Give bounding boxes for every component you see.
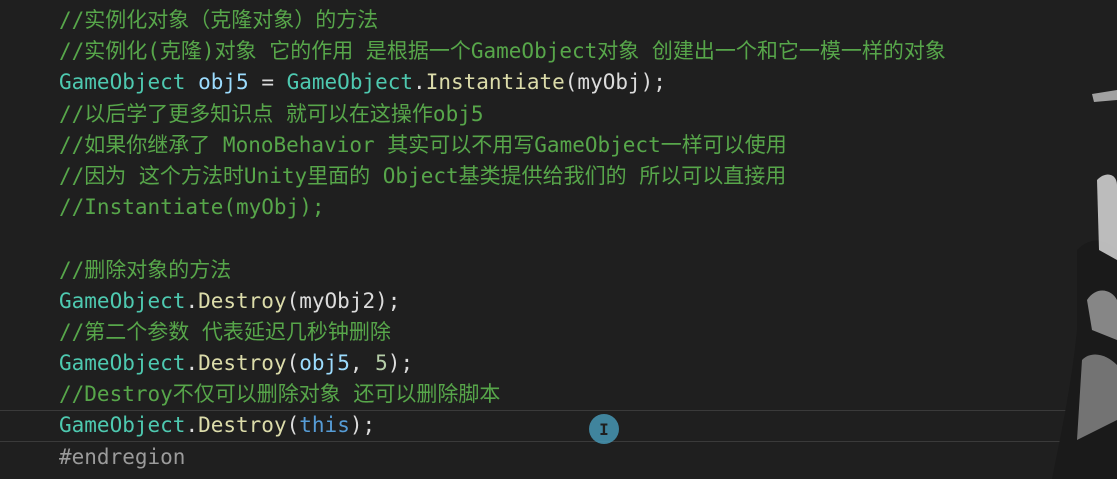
code-token: Destroy xyxy=(198,351,287,376)
code-token: 5 xyxy=(375,351,388,376)
code-line[interactable]: //以后学了更多知识点 就可以在这操作obj5 xyxy=(0,99,1117,130)
code-line[interactable]: GameObject.Destroy(obj5, 5); xyxy=(0,348,1117,379)
code-token: (myObj); xyxy=(564,70,666,95)
code-token: ( xyxy=(286,413,300,438)
code-token: . xyxy=(185,413,199,438)
code-token: Destroy xyxy=(198,413,287,438)
code-line[interactable]: //如果你继承了 MonoBehavior 其实可以不用写GameObject一… xyxy=(0,130,1117,161)
code-token: //删除对象的方法 xyxy=(59,257,232,282)
code-token: Destroy xyxy=(198,288,287,313)
code-line[interactable]: //Destroy不仅可以删除对象 还可以删除脚本 xyxy=(0,379,1117,410)
code-token: //第二个参数 代表延迟几秒钟删除 xyxy=(59,319,391,344)
code-line[interactable]: //第二个参数 代表延迟几秒钟删除 xyxy=(0,317,1117,348)
code-token: #endregion xyxy=(59,444,186,469)
code-token: . xyxy=(185,351,199,376)
code-editor[interactable]: //实例化对象（克隆对象）的方法 //实例化(克隆)对象 它的作用 是根据一个Ga… xyxy=(0,0,1117,479)
code-line[interactable]: //删除对象的方法 xyxy=(0,255,1117,286)
code-token: . xyxy=(413,70,426,95)
code-line[interactable]: GameObject.Destroy(myObj2); xyxy=(0,286,1117,317)
code-token: GameObject xyxy=(59,413,186,438)
code-token: obj5 xyxy=(198,70,249,95)
code-line[interactable]: #endregion xyxy=(0,442,1117,473)
code-token: //如果你继承了 MonoBehavior 其实可以不用写GameObject一… xyxy=(59,132,787,157)
code-token: GameObject xyxy=(59,351,186,376)
code-token: . xyxy=(185,288,199,313)
text-cursor-icon: I xyxy=(589,414,619,444)
code-token: GameObject xyxy=(286,70,414,95)
code-token: //实例化(克隆)对象 它的作用 是根据一个GameObject对象 创建出一个… xyxy=(59,39,946,64)
code-token: this xyxy=(299,413,350,438)
code-line[interactable]: GameObject.Destroy(this); xyxy=(0,410,1117,442)
code-line[interactable]: GameObject obj5 = GameObject.Instantiate… xyxy=(0,67,1117,98)
code-token: = xyxy=(248,70,287,95)
code-token: , xyxy=(349,351,376,376)
code-token: ( xyxy=(286,351,300,376)
code-line[interactable] xyxy=(0,223,1117,254)
code-token: obj5 xyxy=(299,351,350,376)
code-token: //实例化对象（克隆对象）的方法 xyxy=(59,8,379,32)
code-token: (myObj2); xyxy=(286,288,401,313)
code-token: //以后学了更多知识点 就可以在这操作obj5 xyxy=(59,101,484,126)
code-token: //因为 这个方法时Unity里面的 Object基类提供给我们的 所以可以直接… xyxy=(59,163,787,188)
code-line[interactable]: //实例化(克隆)对象 它的作用 是根据一个GameObject对象 创建出一个… xyxy=(0,36,1117,67)
code-line[interactable]: //Instantiate(myObj); xyxy=(0,192,1117,223)
code-token: ); xyxy=(349,413,376,438)
code-line[interactable]: //实例化对象（克隆对象）的方法 xyxy=(0,5,1117,36)
code-token: //Destroy不仅可以删除对象 还可以删除脚本 xyxy=(59,382,501,407)
code-token: GameObject xyxy=(59,70,186,95)
code-token: GameObject xyxy=(59,288,186,313)
code-token: ); xyxy=(387,351,414,376)
code-token: //Instantiate(myObj); xyxy=(59,195,325,220)
code-area[interactable]: //实例化对象（克隆对象）的方法 //实例化(克隆)对象 它的作用 是根据一个Ga… xyxy=(0,5,1117,473)
code-token: Instantiate xyxy=(425,70,565,95)
code-line[interactable]: //因为 这个方法时Unity里面的 Object基类提供给我们的 所以可以直接… xyxy=(0,161,1117,192)
